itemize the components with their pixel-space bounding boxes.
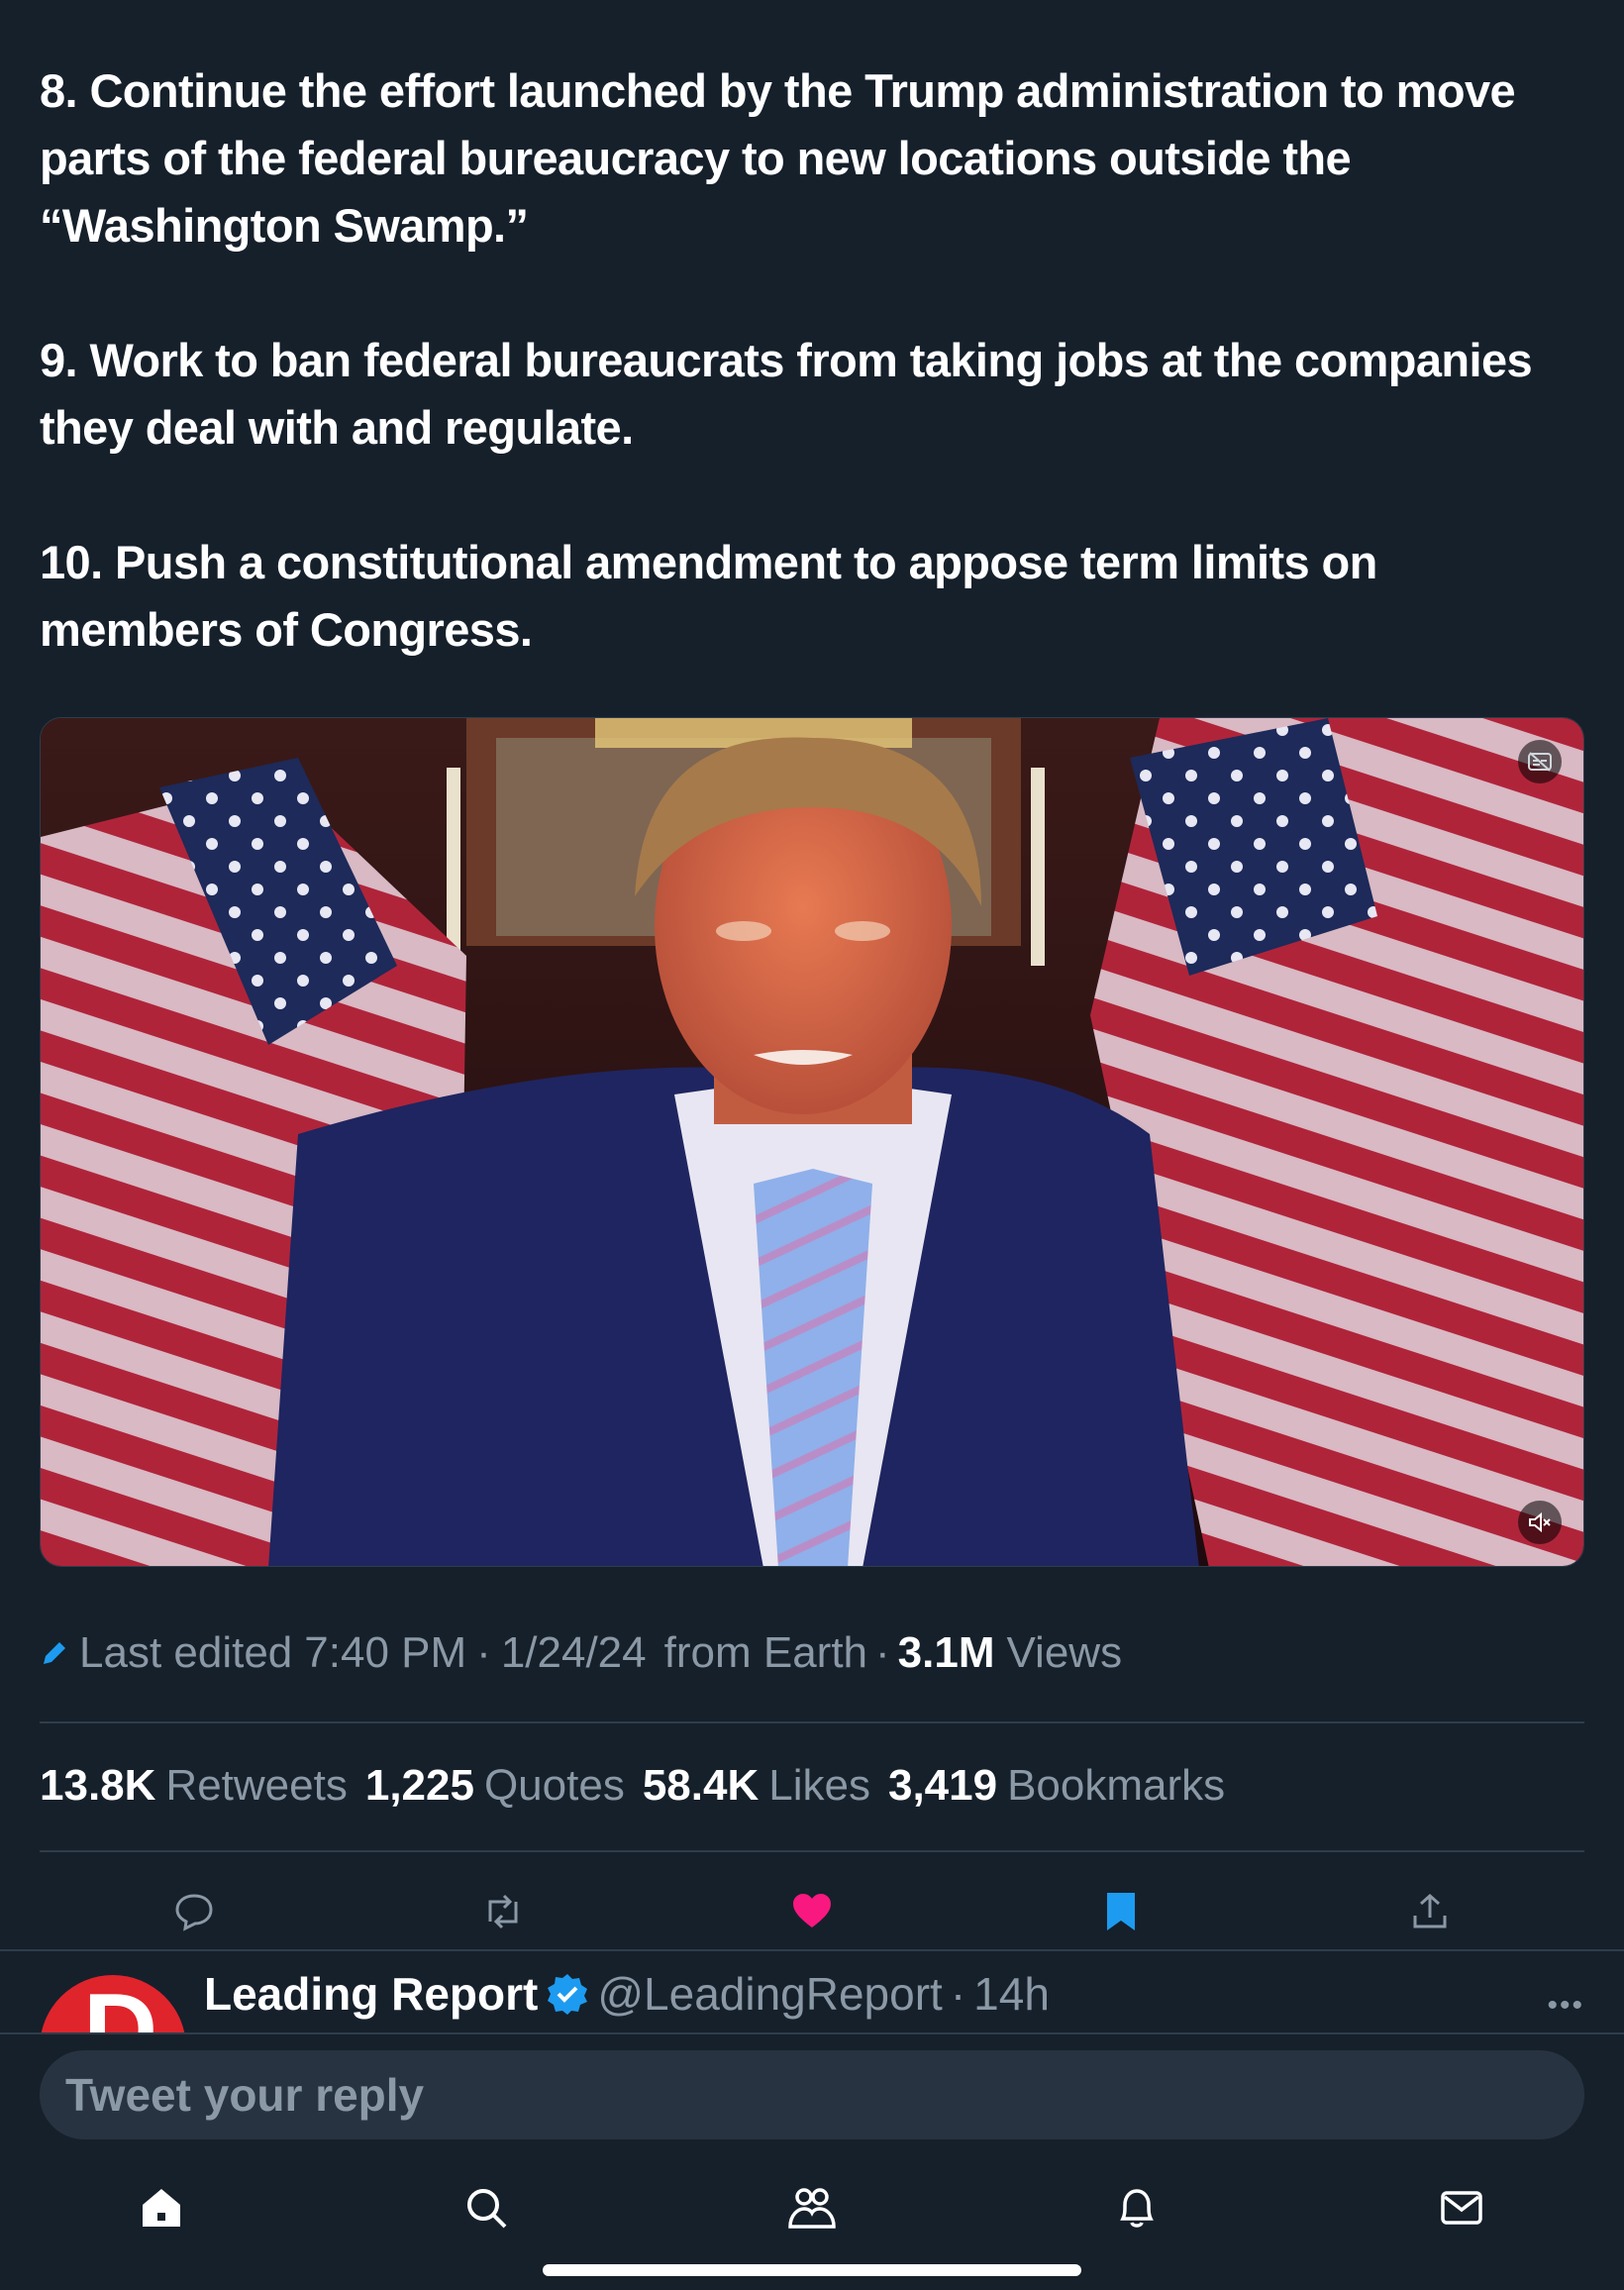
meta-separator: ·	[950, 1968, 966, 2020]
edited-label[interactable]: Last edited	[79, 1628, 292, 1678]
quotes-label[interactable]: Quotes	[484, 1761, 625, 1811]
tweet-source: from Earth	[663, 1628, 868, 1677]
tweet-meta: Last edited 7:40 PM · 1/24/24 from Earth…	[40, 1628, 1122, 1678]
tweet-video[interactable]	[40, 717, 1584, 1567]
reply-icon[interactable]	[164, 1882, 224, 1941]
tweet-date: 1/24/24	[500, 1628, 647, 1677]
notifications-icon[interactable]	[1102, 2173, 1171, 2242]
tab-bar	[0, 2173, 1624, 2242]
bookmark-icon[interactable]	[1091, 1882, 1151, 1941]
meta-separator: ·	[875, 1628, 890, 1677]
tweet-paragraph: 9. Work to ban federal bureaucrats from …	[40, 334, 1545, 454]
home-icon[interactable]	[127, 2173, 196, 2242]
tweet-age: 14h	[973, 1968, 1050, 2020]
communities-icon[interactable]	[777, 2173, 847, 2242]
retweet-icon[interactable]	[473, 1882, 533, 1941]
avatar[interactable]: D	[40, 1975, 186, 2032]
messages-icon[interactable]	[1427, 2173, 1496, 2242]
views-label: Views	[1006, 1628, 1123, 1677]
bookmarks-count[interactable]: 3,419	[888, 1761, 997, 1811]
reply-tweet[interactable]: D Leading Report @LeadingReport · 14h ••…	[0, 1949, 1624, 2032]
meta-separator: ·	[476, 1628, 491, 1677]
tweet-action-bar	[40, 1882, 1584, 1941]
quotes-count[interactable]: 1,225	[365, 1761, 474, 1811]
author-name[interactable]: Leading Report	[204, 1967, 538, 2021]
reply-author[interactable]: Leading Report @LeadingReport · 14h	[204, 1967, 1050, 2021]
share-icon[interactable]	[1400, 1882, 1460, 1941]
bookmarks-label[interactable]: Bookmarks	[1007, 1761, 1225, 1811]
more-options-icon[interactable]: •••	[1547, 1989, 1584, 2023]
search-icon[interactable]	[452, 2173, 521, 2242]
divider	[40, 1721, 1584, 1723]
divider	[40, 1850, 1584, 1852]
like-icon[interactable]	[782, 1882, 842, 1941]
volume-muted-icon[interactable]	[1518, 1501, 1562, 1544]
author-handle[interactable]: @LeadingReport	[597, 1967, 942, 2021]
retweets-count[interactable]: 13.8K	[40, 1761, 155, 1811]
captions-off-icon[interactable]	[1518, 740, 1562, 783]
video-frame	[41, 718, 1583, 1566]
home-indicator	[543, 2264, 1081, 2276]
likes-count[interactable]: 58.4K	[643, 1761, 759, 1811]
tweet-time: 7:40 PM	[304, 1628, 467, 1677]
reply-input[interactable]	[40, 2050, 1584, 2139]
tweet-paragraph: 10. Push a constitutional amendment to a…	[40, 536, 1390, 656]
views-count: 3.1M	[897, 1628, 995, 1677]
tweet-stats: 13.8K Retweets 1,225 Quotes 58.4K Likes …	[40, 1761, 1243, 1811]
retweets-label[interactable]: Retweets	[165, 1761, 347, 1811]
tweet-text: 8. Continue the effort launched by the T…	[40, 57, 1584, 664]
bottom-panel	[0, 2032, 1624, 2290]
tweet-paragraph: 8. Continue the effort launched by the T…	[40, 64, 1528, 252]
edit-pencil-icon	[40, 1638, 69, 1668]
verified-badge-icon	[546, 1972, 589, 2016]
likes-label[interactable]: Likes	[768, 1761, 870, 1811]
avatar-letter: D	[83, 1973, 158, 2032]
